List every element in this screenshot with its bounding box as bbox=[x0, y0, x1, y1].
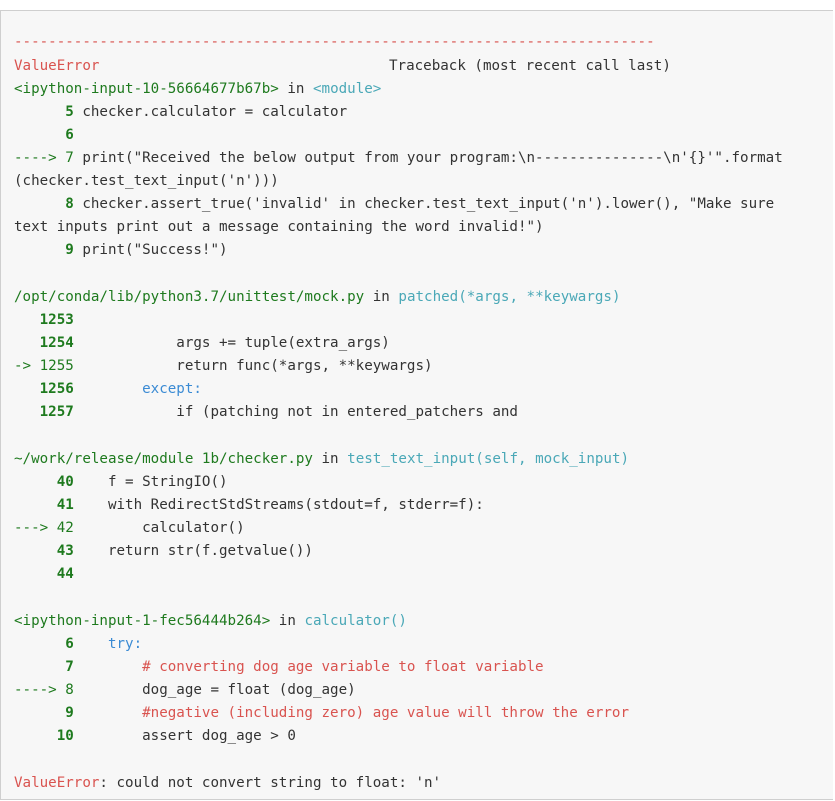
code-line: 40 f = StringIO() bbox=[14, 471, 228, 494]
code-line: 43 return str(f.getvalue()) bbox=[14, 540, 313, 563]
code-line-continuation: text inputs print out a message containi… bbox=[14, 219, 544, 235]
line-number: 1253 bbox=[39, 312, 74, 328]
code-text: args += tuple(extra_args) bbox=[73, 335, 390, 351]
code-text: checker.calculator = calculator bbox=[82, 104, 348, 120]
frame-func: test_text_input(self, mock_input) bbox=[347, 451, 630, 467]
frame-header: <ipython-input-1-fec56444b264> in calcul… bbox=[14, 610, 407, 633]
code-line-current: ----> 8 dog_age = float (dog_age) bbox=[14, 679, 356, 702]
line-number: 1256 bbox=[39, 381, 74, 397]
line-number: 40 bbox=[56, 474, 74, 490]
code-line: 44 bbox=[14, 563, 74, 586]
code-text: print("Success!") bbox=[82, 242, 228, 258]
line-number: 9 bbox=[65, 242, 74, 258]
line-number: 1254 bbox=[39, 335, 74, 351]
line-number: 1257 bbox=[39, 404, 74, 420]
current-line-arrow: ---> 42 bbox=[14, 520, 74, 536]
code-text: try: bbox=[73, 636, 143, 652]
frame-in: in bbox=[372, 289, 390, 305]
frame-func: patched(*args, **keywargs) bbox=[398, 289, 621, 305]
traceback-output: ----------------------------------------… bbox=[0, 10, 833, 800]
line-number: 10 bbox=[56, 728, 74, 744]
final-error: ValueError: could not convert string to … bbox=[14, 772, 441, 795]
code-line: 6 bbox=[14, 124, 74, 147]
frame-func: calculator() bbox=[304, 613, 407, 629]
frame-header: /opt/conda/lib/python3.7/unittest/mock.p… bbox=[14, 286, 621, 309]
frame-file: ~/work/release/module 1b/checker.py bbox=[14, 451, 313, 467]
line-number: 9 bbox=[65, 705, 74, 721]
frame-file: <ipython-input-1-fec56444b264> bbox=[14, 613, 271, 629]
code-line: 5 checker.calculator = calculator bbox=[14, 101, 347, 124]
traceback-header-right: Traceback (most recent call last) bbox=[389, 58, 671, 74]
code-line: 1253 bbox=[14, 309, 74, 332]
code-text: assert dog_age > 0 bbox=[73, 728, 296, 744]
line-number: 6 bbox=[65, 636, 74, 652]
current-line-arrow: ----> 8 bbox=[14, 682, 74, 698]
current-line-arrow: ----> 7 bbox=[14, 150, 74, 166]
frame-file: <ipython-input-10-56664677b67b> bbox=[14, 81, 279, 97]
code-line: 7 # converting dog age variable to float… bbox=[14, 656, 544, 679]
frame-header: <ipython-input-10-56664677b67b> in <modu… bbox=[14, 78, 381, 101]
code-line-current: -> 1255 return func(*args, **keywargs) bbox=[14, 355, 433, 378]
code-line: 1254 args += tuple(extra_args) bbox=[14, 332, 390, 355]
code-comment: #negative (including zero) age value wil… bbox=[73, 705, 630, 721]
code-line-current: ---> 42 calculator() bbox=[14, 517, 245, 540]
code-line: 41 with RedirectStdStreams(stdout=f, std… bbox=[14, 494, 484, 517]
line-number: 8 bbox=[65, 196, 74, 212]
code-text: return str(f.getvalue()) bbox=[73, 543, 313, 559]
final-error-type: ValueError bbox=[14, 775, 100, 791]
traceback-separator: ----------------------------------------… bbox=[14, 34, 655, 50]
final-error-message: : could not convert string to float: 'n' bbox=[99, 775, 442, 791]
code-text: print("Received the below output from yo… bbox=[82, 150, 783, 166]
line-number: 6 bbox=[65, 127, 74, 143]
code-line: 6 try: bbox=[14, 633, 142, 656]
code-line: 1256 except: bbox=[14, 378, 202, 401]
code-text: return func(*args, **keywargs) bbox=[73, 358, 433, 374]
frame-in: in bbox=[287, 81, 305, 97]
frame-in: in bbox=[321, 451, 339, 467]
code-line: 9 print("Success!") bbox=[14, 239, 228, 262]
code-comment: # converting dog age variable to float v… bbox=[73, 659, 544, 675]
code-line: 8 checker.assert_true('invalid' in check… bbox=[14, 193, 774, 216]
code-text: calculator() bbox=[73, 520, 245, 536]
code-text: dog_age = float (dog_age) bbox=[73, 682, 356, 698]
code-text: except: bbox=[73, 381, 202, 397]
line-number: 41 bbox=[56, 497, 74, 513]
code-line: 1257 if (patching not in entered_patcher… bbox=[14, 401, 518, 424]
code-text: if (patching not in entered_patchers and bbox=[73, 404, 518, 420]
code-text: with RedirectStdStreams(stdout=f, stderr… bbox=[73, 497, 484, 513]
code-line: 10 assert dog_age > 0 bbox=[14, 725, 296, 748]
current-line-arrow: -> 1255 bbox=[14, 358, 74, 374]
code-line-continuation: (checker.test_text_input('n'))) bbox=[14, 173, 279, 189]
code-text: f = StringIO() bbox=[73, 474, 228, 490]
frame-header: ~/work/release/module 1b/checker.py in t… bbox=[14, 448, 629, 471]
code-line: 9 #negative (including zero) age value w… bbox=[14, 702, 629, 725]
traceback-header: ValueError Traceback (most recent call la… bbox=[14, 55, 671, 78]
frame-file: /opt/conda/lib/python3.7/unittest/mock.p… bbox=[14, 289, 365, 305]
line-number: 5 bbox=[65, 104, 74, 120]
error-type: ValueError bbox=[14, 58, 100, 74]
frame-func: <module> bbox=[312, 81, 382, 97]
frame-in: in bbox=[278, 613, 296, 629]
line-number: 7 bbox=[65, 659, 74, 675]
code-text: checker.assert_true('invalid' in checker… bbox=[82, 196, 775, 212]
code-line-current: ----> 7 print("Received the below output… bbox=[14, 147, 783, 170]
line-number: 44 bbox=[56, 566, 74, 582]
line-number: 43 bbox=[56, 543, 74, 559]
